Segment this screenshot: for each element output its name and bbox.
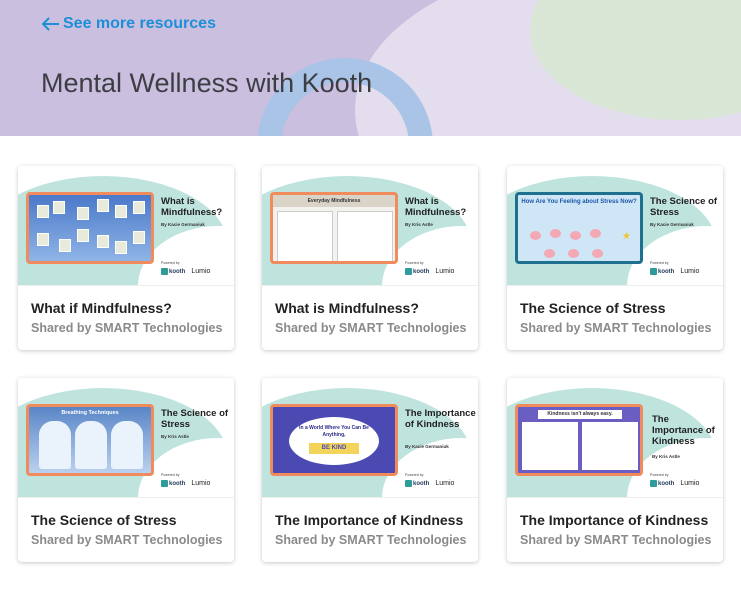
thumb-author: By Kris Astle xyxy=(405,222,433,227)
card-title[interactable]: The Science of Stress xyxy=(31,512,177,528)
thumb-author: By Kacie Germaniuk xyxy=(405,444,449,449)
arrow-left-icon xyxy=(42,17,59,31)
card-title[interactable]: What if Mindfulness? xyxy=(31,300,172,316)
lumio-logo: Lumio xyxy=(435,268,455,275)
card-shared-by: Shared by SMART Technologies xyxy=(31,533,223,547)
slide-preview: How Are You Feeling about Stress Now? ★ xyxy=(515,192,643,264)
brand-logos: Powered by kooth Lumio xyxy=(161,261,211,275)
resource-card[interactable]: What is Mindfulness? By Kacie Germaniuk … xyxy=(18,166,234,350)
card-thumbnail[interactable]: Everyday Mindfulness What is Mindfulness… xyxy=(262,166,478,286)
brand-logos: Powered by kooth Lumio xyxy=(161,473,211,487)
kooth-logo: kooth xyxy=(650,268,674,275)
thumb-title: The Importance of Kindness xyxy=(405,408,476,430)
thumb-author: By Kris Astle xyxy=(161,434,189,439)
slide-heading: Breathing Techniques xyxy=(61,410,119,416)
lumio-logo: Lumio xyxy=(680,268,700,275)
lumio-logo: Lumio xyxy=(191,480,211,487)
card-shared-by: Shared by SMART Technologies xyxy=(520,533,712,547)
lumio-logo: Lumio xyxy=(435,480,455,487)
lumio-logo: Lumio xyxy=(191,268,211,275)
slide-heading: In a World Where You Can Be Anything, xyxy=(299,425,369,438)
kooth-logo: kooth xyxy=(650,480,674,487)
card-shared-by: Shared by SMART Technologies xyxy=(31,321,223,335)
card-thumbnail[interactable]: Kindness isn't always easy. The Importan… xyxy=(507,378,723,498)
card-shared-by: Shared by SMART Technologies xyxy=(520,321,712,335)
kooth-logo: kooth xyxy=(405,480,429,487)
card-thumbnail[interactable]: Breathing Techniques The Science of Stre… xyxy=(18,378,234,498)
thumb-author: By Kacie Germaniuk xyxy=(161,222,205,227)
slide-preview: Kindness isn't always easy. xyxy=(515,404,643,476)
card-title[interactable]: The Importance of Kindness xyxy=(275,512,463,528)
card-thumbnail[interactable]: In a World Where You Can Be Anything, BE… xyxy=(262,378,478,498)
card-title[interactable]: The Science of Stress xyxy=(520,300,666,316)
resource-card[interactable]: In a World Where You Can Be Anything, BE… xyxy=(262,378,478,562)
slide-preview xyxy=(26,192,154,264)
slide-preview: Everyday Mindfulness xyxy=(270,192,398,264)
slide-heading: Kindness isn't always easy. xyxy=(538,410,622,419)
brand-logos: Powered by kooth Lumio xyxy=(650,473,700,487)
slide-preview: In a World Where You Can Be Anything, BE… xyxy=(270,404,398,476)
thumb-author: By Kacie Germaniuk xyxy=(650,222,694,227)
resource-card[interactable]: Everyday Mindfulness What is Mindfulness… xyxy=(262,166,478,350)
page-title: Mental Wellness with Kooth xyxy=(41,68,373,98)
brand-logos: Powered by kooth Lumio xyxy=(650,261,700,275)
thumb-title: The Science of Stress xyxy=(650,196,718,218)
resource-card[interactable]: Kindness isn't always easy. The Importan… xyxy=(507,378,723,562)
slide-heading: Everyday Mindfulness xyxy=(273,195,395,207)
thumb-title: What is Mindfulness? xyxy=(161,196,223,218)
resource-card[interactable]: How Are You Feeling about Stress Now? ★ … xyxy=(507,166,723,350)
slide-heading: How Are You Feeling about Stress Now? xyxy=(521,199,637,205)
brand-logos: Powered by kooth Lumio xyxy=(405,261,455,275)
card-shared-by: Shared by SMART Technologies xyxy=(275,533,467,547)
hero-banner: See more resources Mental Wellness with … xyxy=(0,0,741,136)
lumio-logo: Lumio xyxy=(680,480,700,487)
card-title[interactable]: The Importance of Kindness xyxy=(520,512,708,528)
card-thumbnail[interactable]: How Are You Feeling about Stress Now? ★ … xyxy=(507,166,723,286)
card-shared-by: Shared by SMART Technologies xyxy=(275,321,467,335)
star-icon: ★ xyxy=(622,231,631,242)
see-more-resources-link[interactable]: See more resources xyxy=(42,15,216,33)
kooth-logo: kooth xyxy=(161,268,185,275)
thumb-author: By Kris Astle xyxy=(652,454,680,459)
thumb-title: The Importance of Kindness xyxy=(652,414,715,447)
card-thumbnail[interactable]: What is Mindfulness? By Kacie Germaniuk … xyxy=(18,166,234,286)
kooth-logo: kooth xyxy=(405,268,429,275)
thumb-title: The Science of Stress xyxy=(161,408,229,430)
card-title[interactable]: What is Mindfulness? xyxy=(275,300,419,316)
slide-badge: BE KIND xyxy=(309,443,359,454)
thumb-title: What is Mindfulness? xyxy=(405,196,467,218)
back-link-label: See more resources xyxy=(63,15,216,32)
brand-logos: Powered by kooth Lumio xyxy=(405,473,455,487)
kooth-logo: kooth xyxy=(161,480,185,487)
resource-card[interactable]: Breathing Techniques The Science of Stre… xyxy=(18,378,234,562)
slide-preview: Breathing Techniques xyxy=(26,404,154,476)
